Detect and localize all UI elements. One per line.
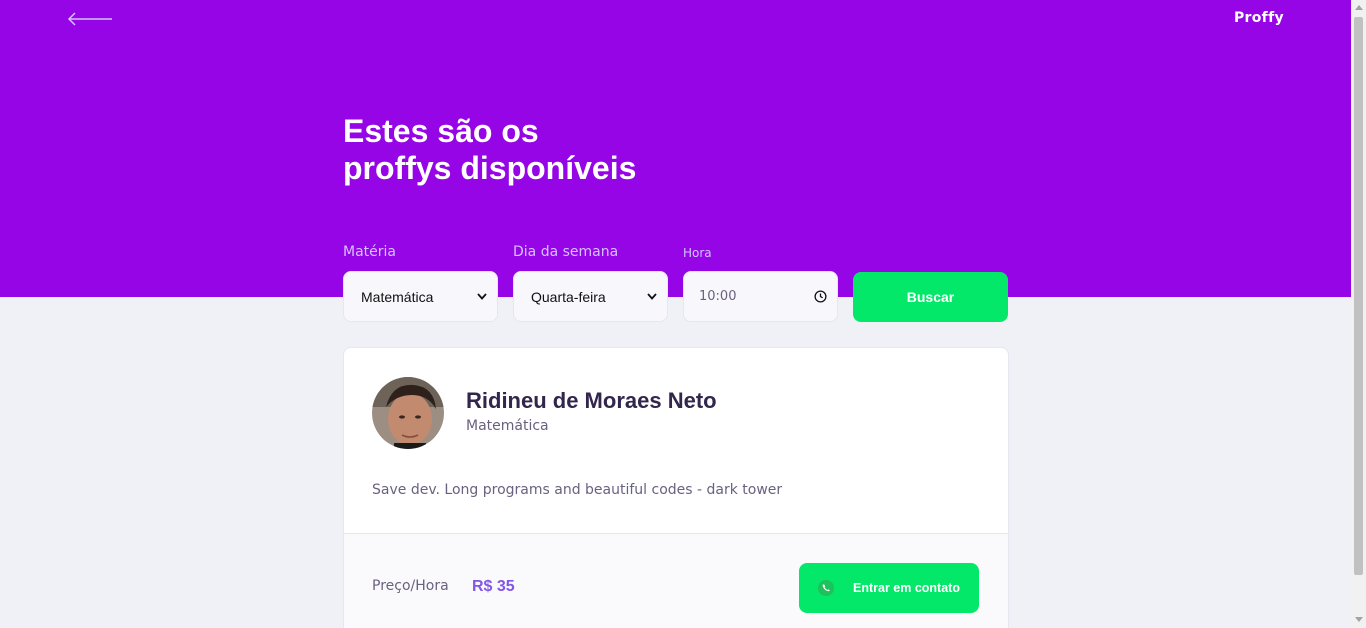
title-line-2: proffys disponíveis (343, 150, 637, 186)
subject-select-value: Matemática (361, 288, 434, 305)
avatar-image (372, 377, 444, 449)
arrow-left-icon[interactable] (66, 10, 114, 28)
contact-button[interactable]: Entrar em contato (799, 563, 979, 613)
time-input-value: 10:00 (699, 289, 737, 304)
contact-button-label: Entrar em contato (853, 581, 960, 595)
page-scrollbar[interactable] (1351, 0, 1366, 628)
page-header: Proffy Estes são os proffys disponíveis (0, 0, 1351, 297)
price-value: R$ 35 (472, 578, 515, 595)
weekday-label: Dia da semana (513, 244, 619, 260)
weekday-select-value: Quarta-feira (531, 288, 606, 305)
scroll-down-arrow-icon[interactable] (1355, 617, 1363, 622)
search-button[interactable]: Buscar (853, 272, 1008, 322)
clock-icon[interactable] (814, 290, 827, 303)
time-label: Hora (683, 246, 712, 260)
subject-select[interactable]: Matemática (343, 271, 498, 322)
price-label: Preço/Hora (372, 578, 449, 594)
title-line-1: Estes são os (343, 113, 539, 149)
whatsapp-icon (817, 579, 835, 597)
chevron-down-icon (477, 293, 487, 300)
teacher-card: Ridineu de Moraes Neto Matemática Save d… (343, 347, 1009, 628)
teacher-name: Ridineu de Moraes Neto (466, 388, 717, 413)
time-input[interactable]: 10:00 (683, 271, 838, 322)
teacher-subject: Matemática (466, 418, 549, 434)
scroll-thumb[interactable] (1354, 17, 1363, 575)
subject-label: Matéria (343, 244, 396, 260)
proffy-logo[interactable]: Proffy (1234, 10, 1284, 26)
teacher-bio: Save dev. Long programs and beautiful co… (372, 482, 783, 498)
avatar (372, 377, 444, 449)
chevron-down-icon (647, 293, 657, 300)
card-footer: Preço/Hora R$ 35 Entrar em contato (344, 533, 1008, 628)
weekday-select[interactable]: Quarta-feira (513, 271, 668, 322)
page-title: Estes são os proffys disponíveis (343, 113, 703, 187)
scroll-up-arrow-icon[interactable] (1355, 5, 1363, 10)
